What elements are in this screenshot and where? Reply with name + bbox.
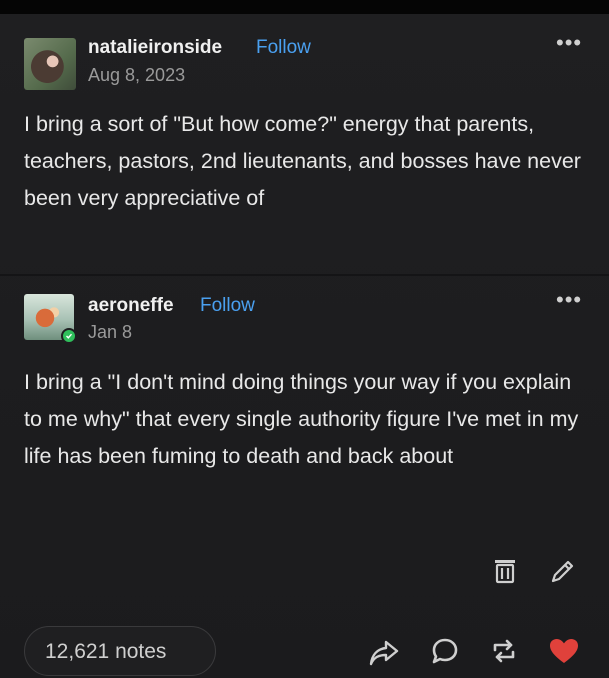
post-date[interactable]: Jan 8 xyxy=(88,322,132,343)
heart-icon[interactable] xyxy=(548,636,580,671)
reply-icon[interactable] xyxy=(430,636,460,671)
post-reblog: aeroneffe Follow Jan 8 ••• I bring a "I … xyxy=(0,276,609,536)
more-options-icon[interactable]: ••• xyxy=(556,289,582,311)
notes-count: 12,621 notes xyxy=(45,640,167,663)
username[interactable]: aeroneffe xyxy=(88,295,174,317)
post-body: I bring a sort of "But how come?" energy… xyxy=(24,112,581,210)
trash-icon[interactable] xyxy=(490,556,520,591)
post-body: I bring a "I don't mind doing things you… xyxy=(24,370,579,468)
avatar[interactable] xyxy=(24,38,76,90)
post-original: natalieironside Follow Aug 8, 2023 ••• I… xyxy=(0,14,609,274)
username[interactable]: natalieironside xyxy=(88,37,222,59)
pencil-icon[interactable] xyxy=(548,556,578,591)
notes-button[interactable]: 12,621 notes xyxy=(24,626,216,676)
top-bar xyxy=(0,0,609,14)
reblog-icon[interactable] xyxy=(489,636,519,671)
share-icon[interactable] xyxy=(368,638,400,673)
more-options-icon[interactable]: ••• xyxy=(556,32,582,54)
follow-button[interactable]: Follow xyxy=(200,295,255,317)
follow-button[interactable]: Follow xyxy=(256,37,311,59)
post-date[interactable]: Aug 8, 2023 xyxy=(88,65,185,86)
online-badge-icon xyxy=(61,328,77,344)
